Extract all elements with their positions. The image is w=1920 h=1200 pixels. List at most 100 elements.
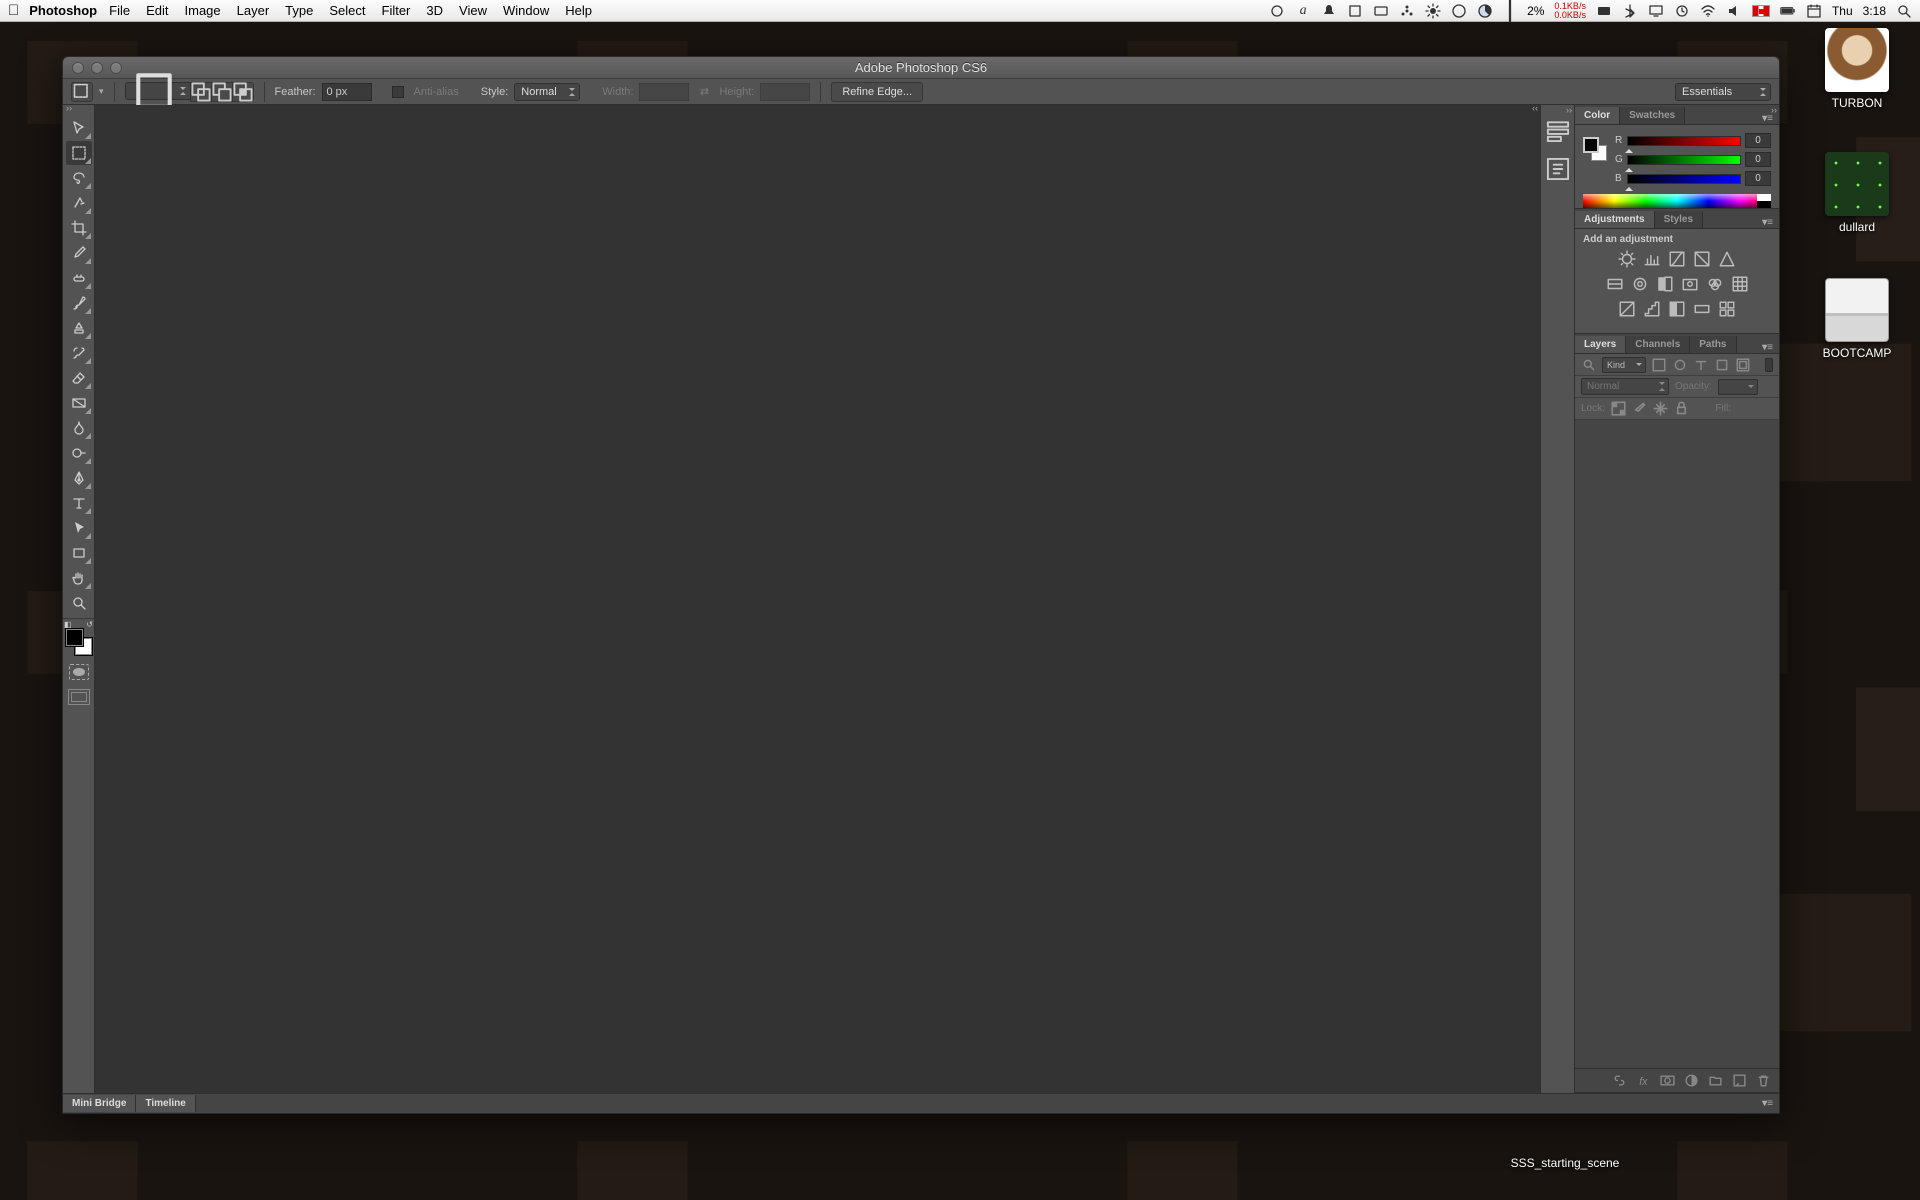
- screen-mode[interactable]: [68, 689, 90, 705]
- collapse-icon[interactable]: ››: [1771, 105, 1777, 115]
- tab-channels[interactable]: Channels: [1626, 336, 1690, 353]
- vibrance-icon[interactable]: [1718, 250, 1736, 268]
- status-icon[interactable]: [1347, 3, 1363, 19]
- lasso-tool[interactable]: [66, 166, 92, 190]
- type-tool[interactable]: [66, 491, 92, 515]
- menu-select[interactable]: Select: [329, 3, 365, 18]
- timemachine-icon[interactable]: [1674, 3, 1690, 19]
- pen-tool[interactable]: [66, 466, 92, 490]
- eraser-tool[interactable]: [66, 366, 92, 390]
- menu-window[interactable]: Window: [503, 3, 549, 18]
- status-icon[interactable]: [1425, 3, 1441, 19]
- tab-swatches[interactable]: Swatches: [1620, 107, 1685, 124]
- menu-type[interactable]: Type: [285, 3, 313, 18]
- menu-image[interactable]: Image: [185, 3, 221, 18]
- wifi-icon[interactable]: [1700, 3, 1716, 19]
- lock-pixels-icon[interactable]: [1632, 401, 1647, 416]
- status-icon[interactable]: [1451, 3, 1467, 19]
- foreground-background-colors[interactable]: [66, 629, 92, 655]
- rectangle-tool[interactable]: [66, 541, 92, 565]
- filter-search-icon[interactable]: [1581, 357, 1597, 373]
- desktop-icon-bootcamp[interactable]: BOOTCAMP: [1812, 278, 1902, 360]
- menu-file[interactable]: File: [109, 3, 130, 18]
- tab-color[interactable]: Color: [1575, 107, 1620, 124]
- menu-layer[interactable]: Layer: [237, 3, 270, 18]
- properties-panel-icon[interactable]: [1545, 157, 1571, 181]
- filter-shape-icon[interactable]: [1714, 357, 1730, 373]
- clock-time[interactable]: 3:18: [1863, 4, 1886, 18]
- photo-filter-icon[interactable]: [1681, 275, 1699, 293]
- foreground-color[interactable]: [66, 629, 83, 646]
- filter-adjustment-icon[interactable]: [1672, 357, 1688, 373]
- add-to-selection-button[interactable]: [190, 82, 212, 102]
- r-slider[interactable]: [1627, 136, 1741, 146]
- menu-view[interactable]: View: [459, 3, 487, 18]
- workspace-select[interactable]: Essentials: [1675, 83, 1771, 101]
- desktop-icon-turbon[interactable]: TURBON: [1812, 28, 1902, 110]
- intersect-selection-button[interactable]: [232, 82, 254, 102]
- tab-paths[interactable]: Paths: [1690, 336, 1736, 353]
- status-icon[interactable]: [1269, 3, 1285, 19]
- lock-transparency-icon[interactable]: [1611, 401, 1626, 416]
- history-panel-icon[interactable]: [1545, 119, 1571, 143]
- marquee-tool[interactable]: [66, 141, 92, 165]
- invert-icon[interactable]: [1618, 300, 1636, 318]
- subtract-from-selection-button[interactable]: [211, 82, 233, 102]
- network-stats[interactable]: 0.1KB/s0.0KB/s: [1554, 2, 1586, 20]
- zoom-tool[interactable]: [66, 591, 92, 615]
- tab-timeline[interactable]: Timeline: [136, 1095, 195, 1112]
- path-selection-tool[interactable]: [66, 516, 92, 540]
- move-tool[interactable]: [66, 116, 92, 140]
- layer-mask-icon[interactable]: [1660, 1073, 1675, 1088]
- quick-selection-tool[interactable]: [66, 191, 92, 215]
- color-spectrum[interactable]: [1583, 194, 1771, 208]
- quick-mask-mode[interactable]: [69, 664, 89, 680]
- default-colors-icon[interactable]: ◧: [64, 620, 72, 629]
- filter-type-icon[interactable]: [1693, 357, 1709, 373]
- notification-icon[interactable]: [1321, 3, 1337, 19]
- display-icon[interactable]: [1648, 3, 1664, 19]
- gradient-map-icon[interactable]: [1693, 300, 1711, 318]
- new-layer-icon[interactable]: [1732, 1073, 1747, 1088]
- hand-tool[interactable]: [66, 566, 92, 590]
- levels-icon[interactable]: [1643, 250, 1661, 268]
- link-layers-icon[interactable]: [1612, 1073, 1627, 1088]
- collapse-icon[interactable]: ‹‹: [1532, 103, 1538, 113]
- b-value[interactable]: 0: [1745, 171, 1771, 186]
- menu-3d[interactable]: 3D: [426, 3, 443, 18]
- titlebar[interactable]: Adobe Photoshop CS6: [63, 57, 1779, 79]
- panel-menu-icon[interactable]: ▾≡: [1756, 217, 1779, 228]
- curves-icon[interactable]: [1668, 250, 1686, 268]
- blur-tool[interactable]: [66, 416, 92, 440]
- clock-day[interactable]: Thu: [1832, 4, 1853, 18]
- eyedropper-tool[interactable]: [66, 241, 92, 265]
- menu-help[interactable]: Help: [565, 3, 592, 18]
- posterize-icon[interactable]: [1643, 300, 1661, 318]
- volume-icon[interactable]: [1726, 3, 1742, 19]
- g-slider[interactable]: [1627, 155, 1741, 165]
- new-group-icon[interactable]: [1708, 1073, 1723, 1088]
- dodge-tool[interactable]: [66, 441, 92, 465]
- desktop-icon-label[interactable]: SSS_starting_scene: [1505, 1156, 1625, 1170]
- selective-color-icon[interactable]: [1718, 300, 1736, 318]
- status-icon[interactable]: [1596, 3, 1612, 19]
- tab-layers[interactable]: Layers: [1575, 336, 1626, 353]
- exposure-icon[interactable]: [1693, 250, 1711, 268]
- crop-tool[interactable]: [66, 216, 92, 240]
- threshold-icon[interactable]: [1668, 300, 1686, 318]
- layer-style-icon[interactable]: fx: [1636, 1073, 1651, 1088]
- tab-styles[interactable]: Styles: [1655, 211, 1703, 228]
- healing-brush-tool[interactable]: [66, 266, 92, 290]
- new-selection-button[interactable]: [125, 82, 191, 100]
- filter-kind-select[interactable]: Kind: [1602, 357, 1646, 373]
- antialias-checkbox[interactable]: [392, 86, 404, 98]
- swap-colors-icon[interactable]: ↺: [86, 620, 93, 629]
- hue-saturation-icon[interactable]: [1606, 275, 1624, 293]
- filter-pixel-icon[interactable]: [1651, 357, 1667, 373]
- panel-menu-icon[interactable]: ▾≡: [1756, 1098, 1779, 1109]
- blend-mode-select[interactable]: Normal: [1581, 378, 1669, 395]
- delete-layer-icon[interactable]: [1756, 1073, 1771, 1088]
- input-source-flag-icon[interactable]: [1752, 5, 1770, 17]
- battery-icon[interactable]: [1780, 3, 1796, 19]
- clone-stamp-tool[interactable]: [66, 316, 92, 340]
